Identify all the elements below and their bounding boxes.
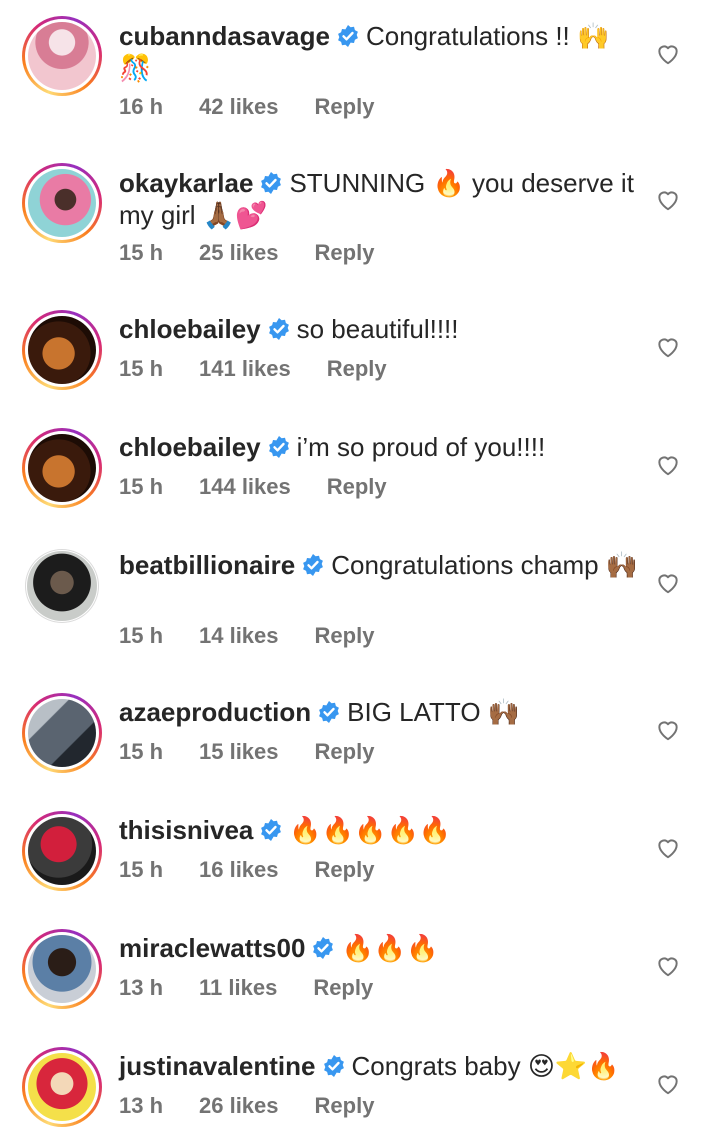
comment-text: BIG LATTO 🙌🏾 bbox=[347, 697, 521, 727]
avatar[interactable] bbox=[22, 693, 102, 773]
avatar[interactable] bbox=[25, 549, 99, 623]
comment-text: so beautiful!!!! bbox=[296, 314, 459, 344]
verified-badge-icon bbox=[268, 436, 289, 458]
reply-button[interactable]: Reply bbox=[327, 474, 387, 500]
comment-text: Congratulations champ 🙌🏾 bbox=[331, 550, 639, 580]
like-heart-icon[interactable] bbox=[655, 1071, 681, 1097]
comment-text: Congrats baby 😍⭐🔥 bbox=[351, 1051, 620, 1081]
reply-button[interactable]: Reply bbox=[315, 739, 375, 765]
verified-badge-icon bbox=[261, 172, 282, 194]
comment-likes[interactable]: 14 likes bbox=[199, 623, 279, 649]
avatar[interactable] bbox=[22, 310, 102, 390]
verified-badge-icon bbox=[319, 701, 340, 723]
verified-badge-icon bbox=[261, 819, 282, 841]
comment-time: 16 h bbox=[119, 94, 164, 119]
verified-badge-icon bbox=[323, 1055, 344, 1077]
avatar-image bbox=[28, 1053, 96, 1121]
like-heart-icon[interactable] bbox=[655, 953, 681, 979]
comment-time: 15 h bbox=[119, 474, 164, 499]
like-heart-icon[interactable] bbox=[655, 835, 681, 861]
comment-likes[interactable]: 26 likes bbox=[199, 1093, 279, 1119]
comment-username[interactable]: thisisnivea bbox=[119, 815, 253, 845]
avatar[interactable] bbox=[22, 163, 102, 243]
comment-likes[interactable]: 144 likes bbox=[199, 474, 291, 500]
comment-time: 15 h bbox=[119, 739, 164, 764]
avatar[interactable] bbox=[22, 428, 102, 508]
avatar-image bbox=[28, 169, 96, 237]
avatar-image bbox=[28, 434, 96, 502]
avatar[interactable] bbox=[22, 1047, 102, 1127]
like-heart-icon[interactable] bbox=[655, 334, 681, 360]
comment-likes[interactable]: 42 likes bbox=[199, 94, 279, 120]
reply-button[interactable]: Reply bbox=[313, 975, 373, 1001]
comment-text: 🔥🔥🔥 bbox=[341, 933, 439, 963]
verified-badge-icon bbox=[303, 554, 324, 576]
like-heart-icon[interactable] bbox=[655, 41, 681, 67]
reply-button[interactable]: Reply bbox=[315, 94, 375, 120]
avatar-image bbox=[28, 935, 96, 1003]
reply-button[interactable]: Reply bbox=[315, 1093, 375, 1119]
avatar-image bbox=[28, 316, 96, 384]
like-heart-icon[interactable] bbox=[655, 717, 681, 743]
verified-badge-icon bbox=[268, 318, 289, 340]
comment-likes[interactable]: 11 likes bbox=[199, 975, 277, 1001]
comment-username[interactable]: chloebailey bbox=[119, 432, 261, 462]
comment-time: 15 h bbox=[119, 857, 164, 882]
comment-likes[interactable]: 141 likes bbox=[199, 356, 291, 382]
avatar-image bbox=[28, 699, 96, 767]
comment-time: 13 h bbox=[119, 975, 164, 1000]
avatar[interactable] bbox=[22, 929, 102, 1009]
verified-badge-icon bbox=[313, 937, 334, 959]
like-heart-icon[interactable] bbox=[655, 452, 681, 478]
comment-time: 13 h bbox=[119, 1093, 164, 1118]
reply-button[interactable]: Reply bbox=[315, 623, 375, 649]
comment-username[interactable]: chloebailey bbox=[119, 314, 261, 344]
comment-text: 🔥🔥🔥🔥🔥 bbox=[289, 815, 452, 845]
reply-button[interactable]: Reply bbox=[315, 240, 375, 266]
comment-username[interactable]: azaeproduction bbox=[119, 697, 311, 727]
comment-username[interactable]: okaykarlae bbox=[119, 168, 253, 198]
avatar[interactable] bbox=[22, 16, 102, 96]
reply-button[interactable]: Reply bbox=[327, 356, 387, 382]
comment-likes[interactable]: 25 likes bbox=[199, 240, 279, 266]
avatar-image bbox=[27, 551, 97, 621]
comment-time: 15 h bbox=[119, 623, 164, 648]
like-heart-icon[interactable] bbox=[655, 570, 681, 596]
comment-username[interactable]: miraclewatts00 bbox=[119, 933, 305, 963]
comment-username[interactable]: justinavalentine bbox=[119, 1051, 316, 1081]
comment-time: 15 h bbox=[119, 356, 164, 381]
avatar[interactable] bbox=[22, 811, 102, 891]
comment-time: 15 h bbox=[119, 240, 164, 265]
avatar-image bbox=[28, 22, 96, 90]
reply-button[interactable]: Reply bbox=[315, 857, 375, 883]
comment-username[interactable]: beatbillionaire bbox=[119, 550, 295, 580]
comment-text: i’m so proud of you!!!! bbox=[296, 432, 546, 462]
comment-likes[interactable]: 15 likes bbox=[199, 739, 279, 765]
avatar-image bbox=[28, 817, 96, 885]
comment-likes[interactable]: 16 likes bbox=[199, 857, 279, 883]
like-heart-icon[interactable] bbox=[655, 187, 681, 213]
verified-badge-icon bbox=[338, 25, 358, 47]
comment-username[interactable]: cubanndasavage bbox=[119, 21, 330, 51]
